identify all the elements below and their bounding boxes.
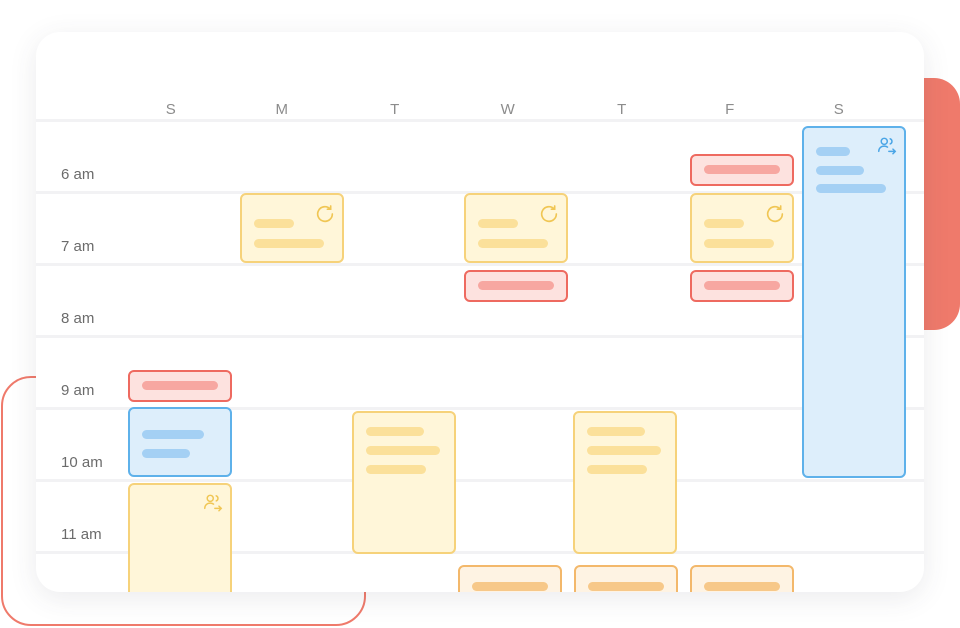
time-label-6am: 6 am <box>61 166 95 183</box>
calendar-event-shared[interactable] <box>128 483 232 592</box>
refresh-icon <box>540 205 558 223</box>
event-placeholder-line <box>704 239 774 248</box>
grid-line <box>36 479 924 482</box>
event-placeholder-line <box>704 281 780 290</box>
event-placeholder-line <box>254 219 294 228</box>
time-label-9am: 9 am <box>61 382 95 399</box>
event-placeholder-line <box>587 446 661 455</box>
time-label-11am: 11 am <box>61 526 102 543</box>
day-header-thursday: T <box>617 101 627 118</box>
calendar-event-recurring[interactable] <box>690 193 794 263</box>
event-placeholder-line <box>478 281 554 290</box>
event-placeholder-line <box>254 239 324 248</box>
people-icon <box>878 137 897 155</box>
calendar-event[interactable] <box>573 411 677 554</box>
calendar-event[interactable] <box>128 370 232 402</box>
event-placeholder-line <box>366 427 424 436</box>
grid-line <box>36 335 924 338</box>
grid-line <box>36 119 924 122</box>
day-header-saturday: S <box>833 101 845 118</box>
day-header-friday: F <box>725 101 735 118</box>
event-placeholder-line <box>704 219 744 228</box>
time-label-7am: 7 am <box>61 238 95 255</box>
day-header-wednesday: W <box>500 101 516 118</box>
event-placeholder-line <box>478 219 518 228</box>
event-placeholder-line <box>587 465 647 474</box>
calendar-event[interactable] <box>690 565 794 592</box>
event-placeholder-line <box>816 147 850 156</box>
event-placeholder-line <box>142 449 190 458</box>
day-header-monday: M <box>275 101 289 118</box>
calendar-event[interactable] <box>690 270 794 302</box>
day-header-tuesday: T <box>390 101 400 118</box>
grid-line <box>36 263 924 266</box>
event-placeholder-line <box>142 381 218 390</box>
event-placeholder-line <box>142 430 204 439</box>
event-placeholder-line <box>587 427 645 436</box>
calendar-event-recurring[interactable] <box>464 193 568 263</box>
refresh-icon <box>316 205 334 223</box>
week-calendar: S M T W T F S 6 am 7 am 8 am 9 am 10 am … <box>36 32 924 592</box>
event-placeholder-line <box>816 184 886 193</box>
calendar-event[interactable] <box>464 270 568 302</box>
calendar-event[interactable] <box>690 154 794 186</box>
event-placeholder-line <box>704 165 780 174</box>
calendar-event[interactable] <box>128 407 232 477</box>
event-placeholder-line <box>478 239 548 248</box>
event-placeholder-line <box>366 465 426 474</box>
time-label-8am: 8 am <box>61 310 95 327</box>
refresh-icon <box>766 205 784 223</box>
day-header-sunday: S <box>165 101 177 118</box>
event-placeholder-line <box>704 582 780 591</box>
calendar-event[interactable] <box>458 565 562 592</box>
calendar-event[interactable] <box>574 565 678 592</box>
event-placeholder-line <box>366 446 440 455</box>
calendar-event-shared[interactable] <box>802 126 906 478</box>
people-icon <box>204 494 223 512</box>
calendar-event[interactable] <box>352 411 456 554</box>
time-label-10am: 10 am <box>61 454 103 471</box>
event-placeholder-line <box>588 582 664 591</box>
calendar-event-recurring[interactable] <box>240 193 344 263</box>
event-placeholder-line <box>472 582 548 591</box>
event-placeholder-line <box>816 166 864 175</box>
